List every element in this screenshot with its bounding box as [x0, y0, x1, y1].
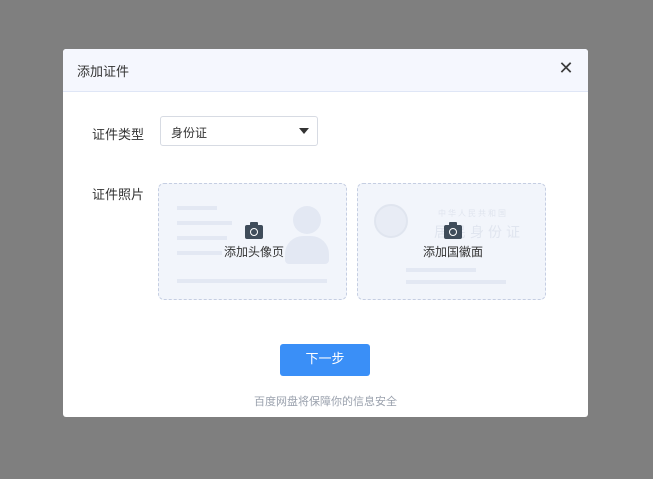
placeholder-line — [177, 236, 227, 240]
portrait-body-silhouette — [285, 236, 329, 264]
upload-front-label: 添加头像页 — [224, 245, 285, 259]
placeholder-line — [177, 206, 217, 210]
portrait-head-silhouette — [293, 206, 321, 234]
placeholder-line — [177, 251, 222, 255]
close-icon[interactable]: ✕ — [556, 59, 576, 79]
document-type-label: 证件类型 — [92, 128, 145, 143]
upload-front-card[interactable]: 添加头像页 — [158, 183, 347, 300]
dialog-header: 添加证件 ✕ — [63, 49, 588, 92]
emblem-icon — [374, 204, 408, 238]
card-heading-small: 中华人民共和国 — [438, 209, 508, 218]
security-note: 百度网盘将保障你的信息安全 — [254, 395, 397, 408]
camera-icon — [245, 222, 263, 239]
placeholder-line — [177, 221, 232, 225]
placeholder-line — [177, 279, 327, 283]
dropdown-arrow-icon — [299, 128, 309, 134]
next-step-button[interactable]: 下一步 — [280, 344, 370, 376]
add-document-dialog: 添加证件 ✕ 证件类型 身份证 证件照片 添加头像页 中华人民共和国 居民身份证… — [63, 49, 588, 417]
upload-back-card[interactable]: 中华人民共和国 居民身份证 添加国徽面 — [357, 183, 546, 300]
document-type-value: 身份证 — [171, 126, 208, 140]
document-type-select[interactable]: 身份证 — [160, 116, 318, 146]
document-photo-label: 证件照片 — [92, 188, 145, 203]
placeholder-line — [406, 268, 476, 272]
camera-icon — [444, 222, 462, 239]
upload-back-label: 添加国徽面 — [423, 245, 484, 259]
placeholder-line — [406, 280, 506, 284]
dialog-title: 添加证件 — [77, 65, 130, 80]
